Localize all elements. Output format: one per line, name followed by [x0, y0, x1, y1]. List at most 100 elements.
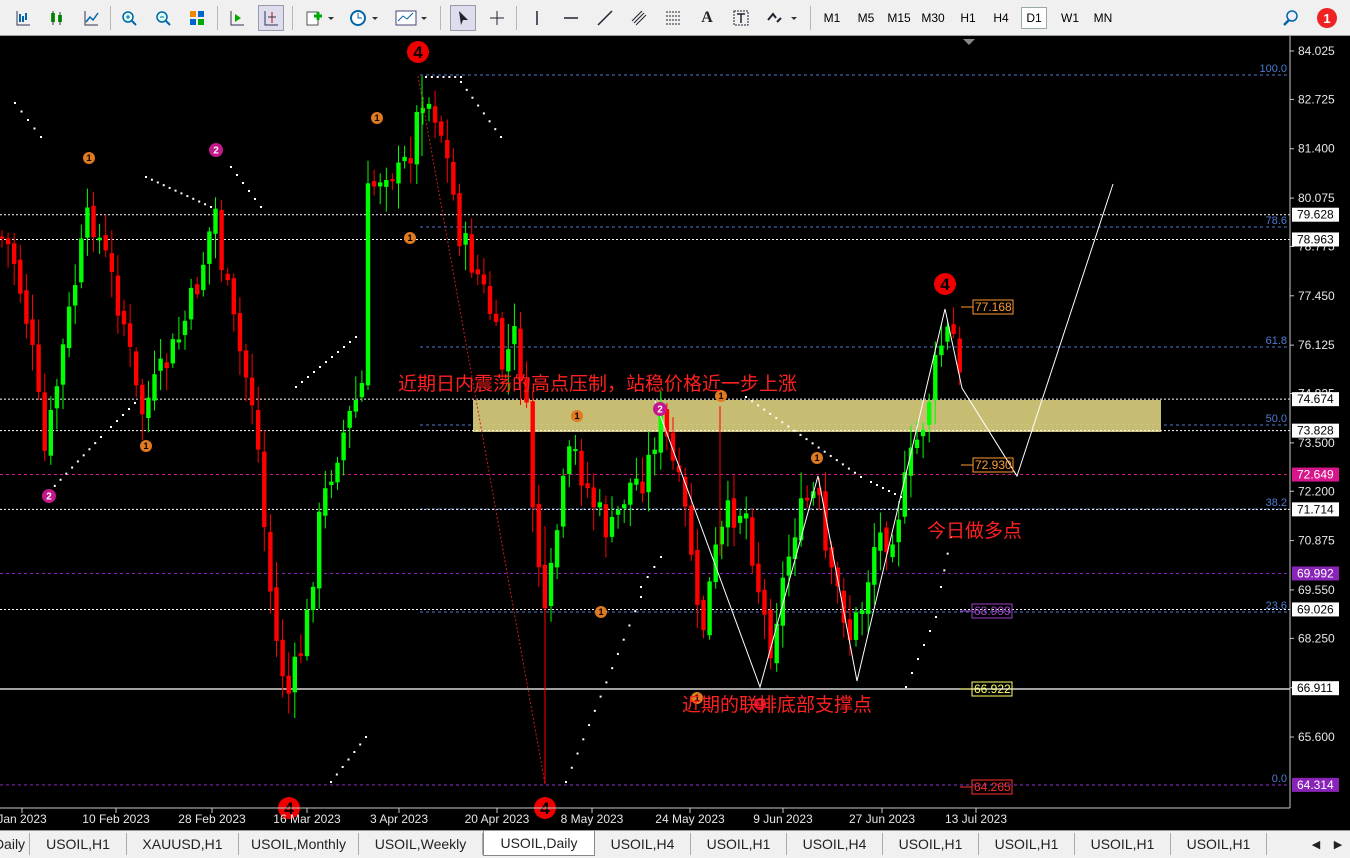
- sar-dot: [588, 724, 591, 727]
- tab-usoil-weekly[interactable]: USOIL,Weekly: [359, 833, 483, 855]
- bear-candle: [127, 323, 133, 347]
- sar-dot: [353, 751, 356, 753]
- tab-scroll-right-icon[interactable]: ▶: [1328, 833, 1348, 855]
- timeframe-h1-button[interactable]: H1: [955, 7, 981, 29]
- sar-dot: [847, 467, 850, 470]
- tab-usoil-h1[interactable]: USOIL,H1: [979, 833, 1075, 855]
- bear-candle: [768, 609, 773, 659]
- sar-dot: [116, 420, 118, 422]
- bull-candle: [798, 498, 804, 541]
- sar-dot: [82, 454, 85, 457]
- timeframe-d1-button[interactable]: D1: [1021, 7, 1047, 29]
- tab-scroll-left-icon[interactable]: ◀: [1306, 833, 1326, 855]
- sar-dot: [805, 438, 808, 441]
- sar-dot: [110, 426, 112, 428]
- timeframe-h4-button[interactable]: H4: [988, 7, 1014, 29]
- sar-dot: [616, 652, 619, 655]
- text-icon[interactable]: A: [694, 5, 720, 31]
- sar-dot: [775, 417, 778, 420]
- sar-dot: [330, 781, 332, 783]
- zoom-out-icon[interactable]: [150, 5, 176, 31]
- text-label-icon[interactable]: [728, 5, 754, 31]
- bear-candle: [750, 517, 755, 566]
- search-icon[interactable]: [1278, 5, 1304, 31]
- sar-dot: [640, 586, 642, 588]
- bull-candle: [890, 544, 895, 558]
- chart-price-label: 77.168: [975, 300, 1012, 314]
- bear-candle: [445, 139, 450, 159]
- tab-usoil-h4[interactable]: USOIL,H4: [787, 833, 883, 855]
- price-tick-label: 84.025: [1298, 44, 1335, 58]
- timeframe-m15-button[interactable]: M15: [884, 7, 914, 29]
- tab-usoil-h1[interactable]: USOIL,H1: [30, 833, 127, 855]
- bull-candle: [774, 623, 779, 664]
- horizontal-line-icon[interactable]: [558, 5, 584, 31]
- templates-icon[interactable]: [392, 5, 432, 31]
- bull-candle: [914, 439, 920, 448]
- chart-shift-icon[interactable]: [258, 5, 284, 31]
- price-chart[interactable]: 100.0 78.6 61.8 50.0 38.2 23.6 0.0 77.168 72.93…: [0, 36, 1350, 830]
- indicators-icon[interactable]: [302, 5, 338, 31]
- bar-chart-icon[interactable]: [10, 5, 36, 31]
- fibonacci-icon[interactable]: [660, 5, 686, 31]
- bear-candle: [689, 505, 694, 555]
- bull-candle: [920, 429, 926, 437]
- bull-candle: [378, 182, 383, 187]
- tab-usoil-h1[interactable]: USOIL,H1: [1075, 833, 1171, 855]
- bear-candle: [408, 158, 413, 164]
- crosshair-icon[interactable]: [484, 5, 510, 31]
- bull-candle: [359, 383, 365, 398]
- tab-usoil-monthly[interactable]: USOIL,Monthly: [239, 833, 359, 855]
- tab-usoil-h1[interactable]: USOIL,H1: [1171, 833, 1267, 855]
- vertical-line-icon[interactable]: [524, 5, 550, 31]
- bull-candle: [512, 326, 517, 345]
- timeframe-m5-button[interactable]: M5: [852, 7, 880, 29]
- price-tick-label: 76.125: [1298, 338, 1335, 352]
- bull-candle: [60, 344, 66, 385]
- bull-candle: [506, 349, 511, 372]
- sar-dot: [347, 758, 350, 761]
- tab-usoil-h1[interactable]: USOIL,H1: [691, 833, 787, 855]
- tab-usoil-daily[interactable]: USOIL,Daily: [483, 831, 595, 856]
- timeframe-m30-button[interactable]: M30: [918, 7, 948, 29]
- sar-dot: [100, 436, 102, 438]
- wave-marker-label: 1: [86, 153, 91, 163]
- auto-scroll-icon[interactable]: [224, 5, 250, 31]
- channel-icon[interactable]: [626, 5, 652, 31]
- notification-icon[interactable]: 1: [1314, 5, 1340, 31]
- sar-dot: [905, 686, 907, 688]
- sar-dot: [917, 658, 919, 660]
- zoom-in-icon[interactable]: [116, 5, 142, 31]
- tab-xauusd-h1[interactable]: XAUUSD,H1: [127, 833, 239, 855]
- sar-dot: [829, 454, 832, 457]
- chart-price-label: 68.999: [974, 604, 1011, 618]
- bull-candle: [927, 402, 932, 425]
- bull-candle: [939, 345, 944, 356]
- sar-dot: [359, 743, 362, 746]
- candlestick-icon[interactable]: [44, 5, 70, 31]
- arrows-icon[interactable]: [762, 5, 802, 31]
- tab-daily[interactable]: Daily: [0, 833, 30, 855]
- chart-price-label: 64.265: [974, 780, 1011, 794]
- wave-marker-label: 4: [940, 275, 950, 294]
- cursor-icon[interactable]: [450, 5, 476, 31]
- bull-candle: [573, 449, 578, 452]
- sar-dot: [576, 752, 579, 755]
- chart-canvas[interactable]: 100.0 78.6 61.8 50.0 38.2 23.6 0.0 77.168 72.93…: [0, 36, 1350, 830]
- tab-usoil-h4[interactable]: USOIL,H4: [595, 833, 691, 855]
- tab-usoil-h1[interactable]: USOIL,H1: [883, 833, 979, 855]
- sar-dot: [860, 476, 862, 478]
- periods-clock-icon[interactable]: [346, 5, 382, 31]
- trendline-icon[interactable]: [592, 5, 618, 31]
- bull-candle: [341, 432, 346, 461]
- bear-candle: [274, 587, 279, 641]
- timeframe-w1-button[interactable]: W1: [1056, 7, 1084, 29]
- timeframe-m1-button[interactable]: M1: [818, 7, 846, 29]
- timeframe-mn-button[interactable]: MN: [1088, 7, 1118, 29]
- sar-dot: [488, 120, 491, 123]
- tile-windows-icon[interactable]: [184, 5, 210, 31]
- bull-candle: [158, 358, 163, 371]
- sar-dot: [640, 596, 642, 598]
- line-chart-icon[interactable]: [78, 5, 104, 31]
- bull-candle: [609, 516, 615, 537]
